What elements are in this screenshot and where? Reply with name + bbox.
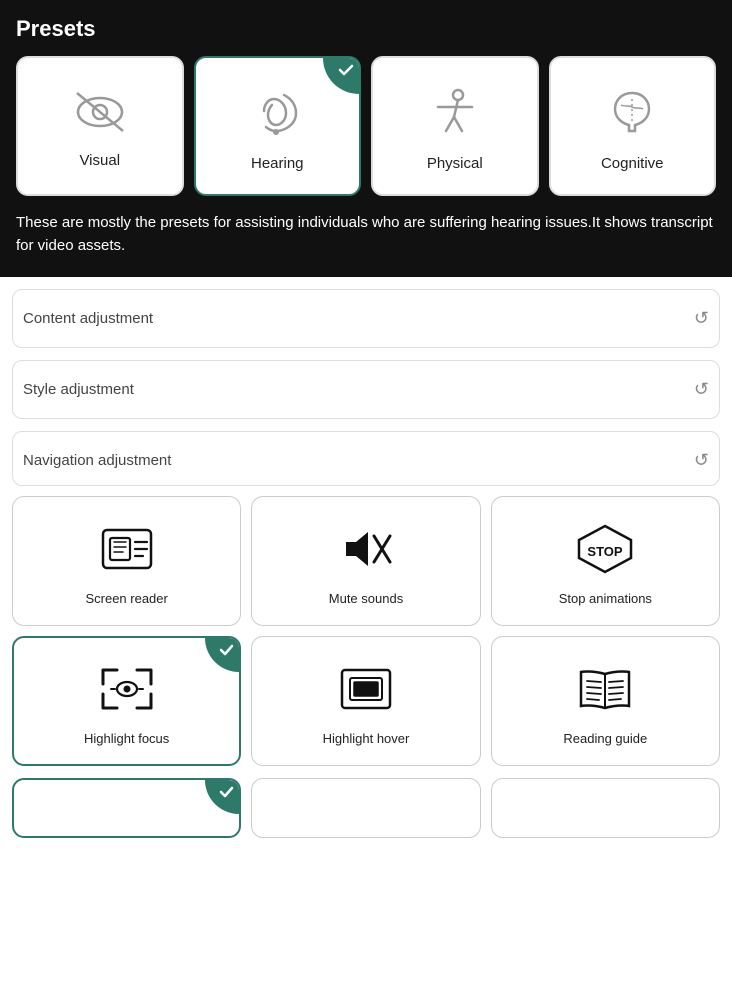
- preset-label-physical: Physical: [427, 155, 483, 172]
- navigation-adjustment-label: Navigation adjustment: [23, 452, 171, 469]
- navigation-adjustment-section: Navigation adjustment ↺ Screen reader: [0, 431, 732, 778]
- bottom-partial-section: [0, 778, 732, 838]
- bottom-1-check-badge: [205, 780, 239, 814]
- presets-section: Presets Visual: [0, 0, 732, 277]
- nav-card-label-reading-guide: Reading guide: [563, 731, 647, 746]
- nav-card-label-mute-sounds: Mute sounds: [329, 591, 403, 606]
- style-refresh-icon[interactable]: ↺: [694, 379, 709, 400]
- navigation-refresh-icon[interactable]: ↺: [694, 450, 709, 471]
- nav-card-label-screen-reader: Screen reader: [85, 591, 167, 606]
- nav-card-reading-guide[interactable]: Reading guide: [491, 636, 720, 766]
- presets-description: These are mostly the presets for assisti…: [16, 212, 716, 257]
- presets-grid: Visual Hearing: [16, 56, 716, 196]
- nav-card-highlight-hover[interactable]: Highlight hover: [251, 636, 480, 766]
- style-adjustment-label: Style adjustment: [23, 381, 134, 398]
- nav-cards-grid: Screen reader Mute sounds STOP Stop an: [12, 486, 720, 766]
- nav-card-label-stop-animations: Stop animations: [559, 591, 652, 606]
- highlight-focus-check-badge: [205, 638, 239, 672]
- reading-guide-icon: [573, 662, 637, 721]
- preset-card-visual[interactable]: Visual: [16, 56, 184, 196]
- preset-label-cognitive: Cognitive: [601, 155, 664, 172]
- svg-text:STOP: STOP: [588, 544, 623, 559]
- nav-card-bottom-3[interactable]: [491, 778, 720, 838]
- highlight-focus-icon: [95, 662, 159, 721]
- style-adjustment-row[interactable]: Style adjustment ↺: [12, 360, 720, 419]
- preset-card-physical[interactable]: Physical: [371, 56, 539, 196]
- preset-label-visual: Visual: [79, 152, 120, 169]
- nav-card-screen-reader[interactable]: Screen reader: [12, 496, 241, 626]
- highlight-hover-icon: [334, 662, 398, 721]
- visual-icon: [69, 87, 131, 142]
- hearing-check-badge: [323, 58, 359, 94]
- mute-sounds-icon: [334, 522, 398, 581]
- nav-card-bottom-1[interactable]: [12, 778, 241, 838]
- screen-reader-icon: [95, 522, 159, 581]
- nav-card-label-highlight-focus: Highlight focus: [84, 731, 169, 746]
- adjustments-section: Content adjustment ↺ Style adjustment ↺: [0, 289, 732, 419]
- preset-card-hearing[interactable]: Hearing: [194, 56, 362, 196]
- nav-card-label-highlight-hover: Highlight hover: [323, 731, 410, 746]
- cognitive-icon: [601, 85, 663, 145]
- bottom-nav-cards-grid: [12, 778, 720, 838]
- content-refresh-icon[interactable]: ↺: [694, 308, 709, 329]
- nav-card-stop-animations[interactable]: STOP Stop animations: [491, 496, 720, 626]
- content-adjustment-label: Content adjustment: [23, 310, 153, 327]
- nav-card-bottom-2[interactable]: [251, 778, 480, 838]
- stop-animations-icon: STOP: [573, 522, 637, 581]
- presets-title: Presets: [16, 16, 716, 42]
- content-adjustment-row[interactable]: Content adjustment ↺: [12, 289, 720, 348]
- preset-label-hearing: Hearing: [251, 155, 304, 172]
- nav-card-mute-sounds[interactable]: Mute sounds: [251, 496, 480, 626]
- physical-icon: [424, 85, 486, 145]
- nav-card-highlight-focus[interactable]: Highlight focus: [12, 636, 241, 766]
- hearing-icon: [246, 85, 308, 145]
- navigation-adjustment-header[interactable]: Navigation adjustment ↺: [12, 431, 720, 486]
- preset-card-cognitive[interactable]: Cognitive: [549, 56, 717, 196]
